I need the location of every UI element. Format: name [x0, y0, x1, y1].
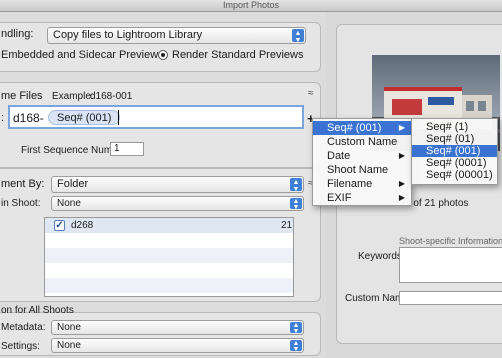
submenu-arrow-icon: ▶ [398, 179, 405, 188]
token-menu: Seq# (001) ▶ Custom Name Date ▶ Shoot Na… [312, 118, 412, 206]
keywords-label: Keywords: [358, 251, 405, 262]
menu-item-seq[interactable]: Seq# (001) ▶ [313, 121, 411, 135]
filename-template-field[interactable]: d168- Seq# (001) [8, 105, 304, 129]
list-item[interactable]: ✓ d268 21 [45, 218, 293, 233]
folder-list: ✓ d268 21 [44, 217, 294, 297]
submenu-item-label: Seq# (01) [426, 133, 475, 145]
submenu-item-label: Seq# (1) [426, 121, 469, 133]
metadata-label: Metadata: [1, 322, 46, 333]
organize-section: ment By: Folder ▲ ▼ ≈ in Shoot: None ▲ ▼ ✓… [0, 168, 321, 302]
submenu-item-label: Seq# (001) [426, 145, 481, 157]
shoot-info-title: Shoot-specific Information [399, 236, 502, 246]
popup-arrows-icon: ▲ ▼ [290, 322, 302, 335]
submenu-arrow-icon: ▶ [398, 193, 405, 202]
menu-item-label: Date [327, 150, 351, 162]
menu-item-custom-name[interactable]: Custom Name [313, 135, 411, 149]
settings-label: Settings: [1, 341, 40, 352]
menu-item-label: Filename [327, 178, 373, 190]
checkbox-checked-icon[interactable]: ✓ [54, 220, 65, 231]
template-prefix-label: : [1, 112, 5, 124]
metadata-value: None [57, 322, 81, 333]
file-handling-value: Copy files to Lightroom Library [53, 29, 203, 41]
organize-value: Folder [57, 178, 89, 190]
popup-arrows-icon: ▲ ▼ [290, 340, 302, 353]
window-title: Import Photos [0, 0, 502, 12]
menu-item-label: Seq# (001) [327, 122, 382, 134]
render-previews-radio[interactable] [158, 50, 168, 60]
list-stripe [45, 248, 293, 263]
seq-submenu: Seq# (1) Seq# (01) Seq# (001) Seq# (0001… [411, 118, 498, 185]
menu-item-label: Custom Name [327, 136, 398, 148]
first-seq-input[interactable]: 1 [110, 142, 144, 156]
organize-select[interactable]: Folder ▲ ▼ [51, 176, 304, 193]
submenu-arrow-icon: ▶ [398, 123, 405, 132]
render-previews-label: Render Standard Previews [172, 49, 304, 61]
submenu-item-seq-1[interactable]: Seq# (1) [412, 121, 497, 133]
menu-item-label: Shoot Name [327, 164, 389, 176]
popup-arrows-icon: ▲ ▼ [290, 178, 302, 193]
submenu-item-seq-001[interactable]: Seq# (001) [412, 145, 497, 157]
file-naming-section: me Files Example: d168-001 ≈ : d168- Seq… [0, 82, 321, 168]
organize-label: ment By: [1, 178, 45, 190]
submenu-arrow-icon: ▶ [398, 151, 405, 160]
metadata-select[interactable]: None ▲ ▼ [51, 320, 304, 335]
all-shoots-title: on for All Shoots [1, 305, 74, 316]
menu-item-date[interactable]: Date ▶ [313, 149, 411, 163]
submenu-item-seq-01[interactable]: Seq# (01) [412, 133, 497, 145]
submenu-item-seq-00001[interactable]: Seq# (00001) [412, 169, 497, 181]
menu-item-label: EXIF [327, 192, 352, 204]
within-shoot-select[interactable]: None ▲ ▼ [51, 196, 304, 211]
first-seq-value: 1 [114, 143, 120, 154]
submenu-item-label: Seq# (00001) [426, 169, 493, 181]
settings-select[interactable]: None ▲ ▼ [51, 338, 304, 353]
preview-embedded-option[interactable]: Embedded and Sidecar Previews [1, 49, 164, 61]
handling-label: ndling: [1, 28, 34, 40]
list-stripe [45, 278, 293, 293]
text-cursor [118, 110, 119, 125]
popup-arrows-icon: ▲ ▼ [292, 29, 304, 44]
file-handling-section: ndling: Copy files to Lightroom Library … [0, 22, 321, 72]
template-text: d168- [13, 111, 44, 125]
menu-item-exif[interactable]: EXIF ▶ [313, 191, 411, 205]
file-naming-title: me Files [1, 90, 43, 102]
within-shoot-value: None [57, 198, 81, 209]
photo-count: 1 of 21 photos [405, 198, 469, 209]
all-shoots-section: on for All Shoots Metadata: None ▲ ▼ Sett… [0, 305, 321, 356]
keywords-input[interactable] [399, 247, 502, 283]
example-label: Example: [52, 91, 94, 102]
popup-arrows-icon: ▲ ▼ [290, 198, 302, 211]
menu-item-filename[interactable]: Filename ▶ [313, 177, 411, 191]
import-settings-pane: ndling: Copy files to Lightroom Library … [0, 12, 326, 358]
submenu-item-seq-0001[interactable]: Seq# (0001) [412, 157, 497, 169]
submenu-item-label: Seq# (0001) [426, 157, 487, 169]
seq-token[interactable]: Seq# (001) [48, 110, 121, 125]
within-shoot-label: in Shoot: [1, 198, 41, 209]
folder-count: 21 [281, 220, 293, 231]
menu-item-shoot-name[interactable]: Shoot Name [313, 163, 411, 177]
folder-name: d268 [71, 220, 94, 231]
custom-name-input[interactable] [399, 291, 502, 305]
collapse-chevron-icon[interactable]: ≈ [308, 88, 314, 99]
example-value: d168-001 [90, 91, 133, 102]
file-handling-select[interactable]: Copy files to Lightroom Library ▲ ▼ [47, 27, 306, 44]
settings-value: None [57, 340, 81, 351]
